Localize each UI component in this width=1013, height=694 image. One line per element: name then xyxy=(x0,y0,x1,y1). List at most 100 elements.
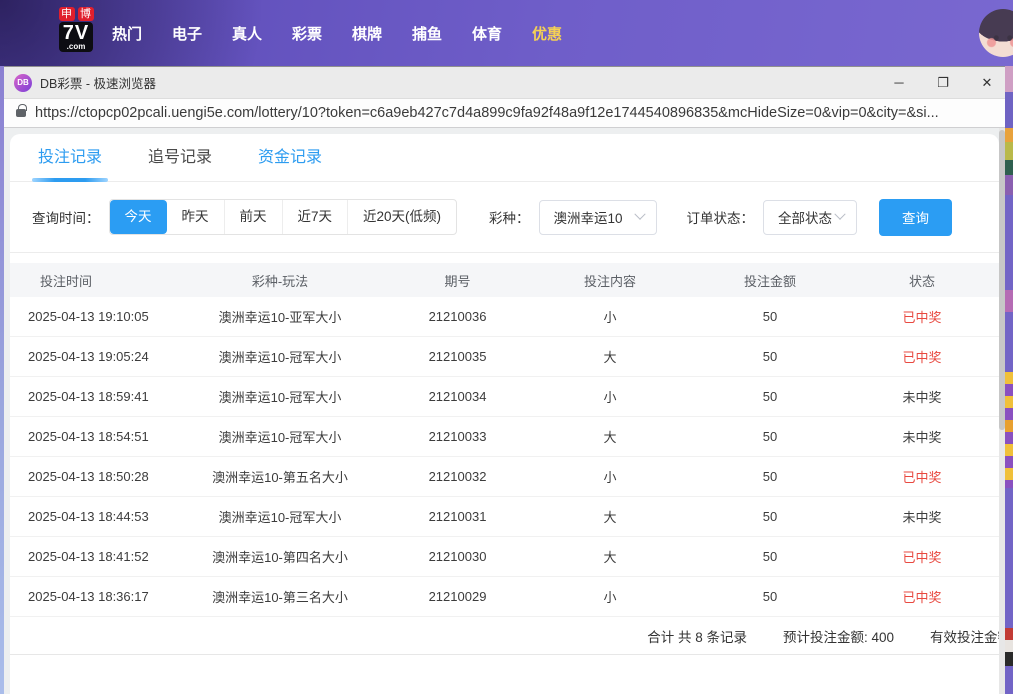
cell-status: 已中奖 xyxy=(845,587,999,606)
logo-7v-text: 7V xyxy=(63,23,89,43)
cell-bet-time: 2025-04-13 19:05:24 xyxy=(10,349,170,364)
scrollbar[interactable] xyxy=(999,128,1005,694)
table-row[interactable]: 2025-04-13 18:41:52 澳洲幸运10-第四名大小 2121003… xyxy=(10,537,999,577)
cell-bet-time: 2025-04-13 18:50:28 xyxy=(10,469,170,484)
summary-bar: 合计 共 8 条记录 预计投注金额: 400 有效投注金额 xyxy=(10,617,999,655)
column-header-1: 彩种-玩法 xyxy=(170,271,390,290)
time-option-1[interactable]: 昨天 xyxy=(167,200,224,234)
address-bar[interactable]: https://ctopcp02pcali.uengi5e.com/lotter… xyxy=(4,98,1005,128)
cell-bet-amount: 50 xyxy=(695,509,845,524)
cell-bet-amount: 50 xyxy=(695,589,845,604)
cell-bet-amount: 50 xyxy=(695,549,845,564)
cell-game-play: 澳洲幸运10-冠军大小 xyxy=(170,507,390,526)
lottery-select-value: 澳洲幸运10 xyxy=(554,207,623,227)
maximize-button[interactable]: ❐ xyxy=(935,75,951,91)
content-panel: 投注记录追号记录资金记录 查询时间： 今天昨天前天近7天近20天(低频) 彩种：… xyxy=(10,134,999,694)
cell-game-play: 澳洲幸运10-冠军大小 xyxy=(170,427,390,446)
cell-bet-amount: 50 xyxy=(695,309,845,324)
cell-bet-time: 2025-04-13 18:44:53 xyxy=(10,509,170,524)
cell-bet-amount: 50 xyxy=(695,429,845,444)
order-status-value: 全部状态 xyxy=(778,207,832,227)
time-option-2[interactable]: 前天 xyxy=(224,200,282,234)
table-header: 投注时间彩种-玩法期号投注内容投注金额状态 xyxy=(10,263,999,297)
logo-badge-bo: 博 xyxy=(78,7,94,21)
cell-bet-content: 大 xyxy=(525,347,695,366)
cell-bet-time: 2025-04-13 18:41:52 xyxy=(10,549,170,564)
cell-issue-number: 21210030 xyxy=(390,549,525,564)
cell-bet-time: 2025-04-13 19:10:05 xyxy=(10,309,170,324)
table-row[interactable]: 2025-04-13 19:10:05 澳洲幸运10-亚军大小 21210036… xyxy=(10,297,999,337)
time-option-0[interactable]: 今天 xyxy=(110,200,167,234)
table-row[interactable]: 2025-04-13 18:59:41 澳洲幸运10-冠军大小 21210034… xyxy=(10,377,999,417)
menu-item-4[interactable]: 棋牌 xyxy=(352,23,382,44)
time-option-3[interactable]: 近7天 xyxy=(282,200,348,234)
summary-valid-amount: 有效投注金额 xyxy=(930,626,999,646)
chevron-down-icon xyxy=(834,209,845,220)
window-title: DB彩票 - 极速浏览器 xyxy=(40,73,156,92)
summary-total: 合计 共 8 条记录 xyxy=(647,626,747,646)
time-option-4[interactable]: 近20天(低频) xyxy=(347,200,456,234)
window-controls: ─ ❐ ✕ xyxy=(891,67,995,98)
cell-status: 已中奖 xyxy=(845,467,999,486)
close-button[interactable]: ✕ xyxy=(979,75,995,91)
cell-bet-amount: 50 xyxy=(695,349,845,364)
time-range-group: 今天昨天前天近7天近20天(低频) xyxy=(109,199,458,235)
logo-badge-shen: 申 xyxy=(59,7,75,21)
tab-0[interactable]: 投注记录 xyxy=(38,134,102,182)
cell-status: 已中奖 xyxy=(845,307,999,326)
order-status-select[interactable]: 全部状态 xyxy=(763,200,857,235)
lottery-label: 彩种： xyxy=(489,207,530,227)
main-menu: 热门 电子 真人 彩票 棋牌 捕鱼 体育 优惠 xyxy=(112,0,562,66)
cell-game-play: 澳洲幸运10-冠军大小 xyxy=(170,387,390,406)
cell-game-play: 澳洲幸运10-冠军大小 xyxy=(170,347,390,366)
time-filter-label: 查询时间： xyxy=(32,207,100,227)
site-logo[interactable]: 申 博 7V .com xyxy=(46,7,106,54)
menu-item-7[interactable]: 优惠 xyxy=(532,23,562,44)
menu-item-6[interactable]: 体育 xyxy=(472,23,502,44)
cell-bet-time: 2025-04-13 18:59:41 xyxy=(10,389,170,404)
minimize-button[interactable]: ─ xyxy=(891,75,907,90)
menu-item-5[interactable]: 捕鱼 xyxy=(412,23,442,44)
cell-issue-number: 21210029 xyxy=(390,589,525,604)
tab-2[interactable]: 资金记录 xyxy=(258,134,322,182)
tab-bar: 投注记录追号记录资金记录 xyxy=(10,134,999,182)
table-row[interactable]: 2025-04-13 18:36:17 澳洲幸运10-第三名大小 2121002… xyxy=(10,577,999,617)
lock-icon xyxy=(16,109,26,117)
order-status-label: 订单状态： xyxy=(687,207,755,227)
browser-window: DB DB彩票 - 极速浏览器 ─ ❐ ✕ https://ctopcp02pc… xyxy=(4,66,1005,694)
cell-bet-content: 大 xyxy=(525,507,695,526)
column-header-5: 状态 xyxy=(845,271,999,290)
cell-game-play: 澳洲幸运10-亚军大小 xyxy=(170,307,390,326)
cell-issue-number: 21210035 xyxy=(390,349,525,364)
column-header-2: 期号 xyxy=(390,271,525,290)
summary-expected-amount: 预计投注金额: 400 xyxy=(783,626,894,646)
table-row[interactable]: 2025-04-13 18:54:51 澳洲幸运10-冠军大小 21210033… xyxy=(10,417,999,457)
cell-issue-number: 21210033 xyxy=(390,429,525,444)
menu-item-3[interactable]: 彩票 xyxy=(292,23,322,44)
table-row[interactable]: 2025-04-13 18:44:53 澳洲幸运10-冠军大小 21210031… xyxy=(10,497,999,537)
logo-com-text: .com xyxy=(63,43,89,50)
cell-issue-number: 21210032 xyxy=(390,469,525,484)
cell-status: 未中奖 xyxy=(845,507,999,526)
query-button[interactable]: 查询 xyxy=(879,199,952,236)
menu-item-1[interactable]: 电子 xyxy=(172,23,202,44)
lottery-select[interactable]: 澳洲幸运10 xyxy=(539,200,657,235)
avatar[interactable] xyxy=(979,9,1013,57)
table-row[interactable]: 2025-04-13 18:50:28 澳洲幸运10-第五名大小 2121003… xyxy=(10,457,999,497)
cell-game-play: 澳洲幸运10-第三名大小 xyxy=(170,587,390,606)
table-row[interactable]: 2025-04-13 19:05:24 澳洲幸运10-冠军大小 21210035… xyxy=(10,337,999,377)
cell-bet-content: 小 xyxy=(525,587,695,606)
tab-1[interactable]: 追号记录 xyxy=(148,134,212,182)
filter-bar: 查询时间： 今天昨天前天近7天近20天(低频) 彩种： 澳洲幸运10 订单状态：… xyxy=(10,182,999,253)
cell-bet-content: 大 xyxy=(525,427,695,446)
cell-issue-number: 21210031 xyxy=(390,509,525,524)
cell-status: 已中奖 xyxy=(845,347,999,366)
cell-game-play: 澳洲幸运10-第四名大小 xyxy=(170,547,390,566)
menu-item-0[interactable]: 热门 xyxy=(112,23,142,44)
cell-bet-content: 小 xyxy=(525,387,695,406)
scrollbar-thumb[interactable] xyxy=(999,130,1005,430)
menu-item-2[interactable]: 真人 xyxy=(232,23,262,44)
browser-titlebar[interactable]: DB DB彩票 - 极速浏览器 ─ ❐ ✕ xyxy=(4,67,1005,98)
cell-status: 已中奖 xyxy=(845,547,999,566)
cell-bet-content: 小 xyxy=(525,307,695,326)
